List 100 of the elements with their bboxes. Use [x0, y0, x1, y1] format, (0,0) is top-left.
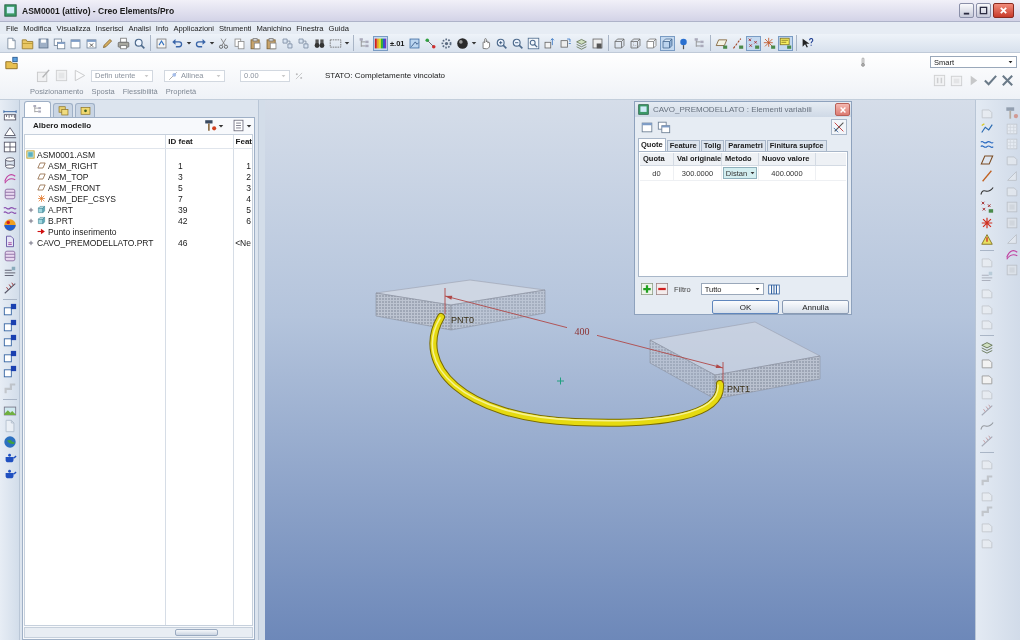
- close-icon: [838, 105, 847, 114]
- globe-icon[interactable]: [2, 434, 17, 449]
- stack-icon[interactable]: [2, 186, 17, 201]
- axes-icon[interactable]: [761, 35, 777, 51]
- box-view-icon[interactable]: [557, 35, 573, 51]
- tree-item[interactable]: ASM_RIGHT: [48, 160, 98, 171]
- layers-icon[interactable]: [980, 340, 994, 355]
- note-icon[interactable]: [777, 35, 793, 51]
- pen-cross-icon[interactable]: [831, 118, 847, 135]
- warning-icon[interactable]: [980, 231, 994, 246]
- feat-cell: 3: [246, 182, 251, 193]
- cube-outline-icon[interactable]: [643, 35, 659, 51]
- windows-icon[interactable]: [52, 35, 67, 51]
- expand-icon[interactable]: [28, 239, 34, 246]
- tree-item[interactable]: CAVO_PREMODELLATO.PRT: [37, 237, 154, 248]
- feat-cell: 2: [246, 171, 251, 182]
- column-header[interactable]: Feat: [230, 137, 252, 146]
- hammer-icon[interactable]: [204, 119, 217, 132]
- column-header[interactable]: ID feat: [163, 137, 231, 146]
- caret-icon[interactable]: [209, 41, 215, 45]
- box-arrow-icon[interactable]: [541, 35, 557, 51]
- lines-icon[interactable]: [2, 264, 17, 279]
- sketch-icon[interactable]: [980, 121, 994, 136]
- close-button[interactable]: [993, 3, 1014, 18]
- chevron-box-icon[interactable]: [154, 35, 169, 51]
- plane-icon[interactable]: [980, 153, 994, 168]
- cross-mark-icon: [556, 377, 565, 385]
- expand-icon[interactable]: [28, 206, 34, 213]
- scrollbar[interactable]: [24, 627, 253, 638]
- squares-icon[interactable]: [2, 318, 17, 333]
- hidden-line-cube-icon[interactable]: [627, 35, 643, 51]
- dimension-value[interactable]: 400: [574, 326, 590, 337]
- expand-icon[interactable]: [28, 217, 34, 224]
- spectrum-bars-icon[interactable]: [373, 35, 388, 51]
- wireframe-cube-icon[interactable]: [611, 35, 627, 51]
- ruler-icon[interactable]: [2, 109, 17, 123]
- panel-tab[interactable]: [24, 101, 51, 117]
- points-icon[interactable]: [745, 35, 761, 51]
- dialog-button[interactable]: OK: [712, 300, 779, 314]
- tent-icon[interactable]: [2, 124, 17, 139]
- windows-icon[interactable]: [657, 119, 671, 134]
- squares-icon[interactable]: [2, 334, 17, 349]
- app-icon: [4, 4, 17, 17]
- line-icon[interactable]: [980, 168, 994, 183]
- tree-item[interactable]: ASM0001.ASM: [37, 149, 96, 160]
- cross-icon[interactable]: [1000, 73, 1015, 88]
- status-text: STATO: Completamente vincolato: [325, 71, 446, 80]
- window-icon[interactable]: [640, 119, 654, 134]
- picture-icon[interactable]: [406, 35, 422, 51]
- check-icon[interactable]: [983, 73, 998, 88]
- squares-frame-icon[interactable]: [589, 35, 605, 51]
- tree-item[interactable]: ASM_DEF_CSYS: [48, 193, 117, 204]
- component-icon[interactable]: [4, 56, 19, 70]
- caret-icon: [279, 73, 286, 78]
- curves-icon[interactable]: [1005, 247, 1019, 262]
- cylinder-icon[interactable]: [2, 155, 17, 170]
- dialog-button[interactable]: Annulla: [782, 300, 849, 314]
- thermometer-icon[interactable]: [858, 55, 868, 69]
- caret-icon[interactable]: [246, 123, 252, 128]
- feather-icon[interactable]: [2, 280, 17, 295]
- asterisk-icon[interactable]: [980, 215, 994, 230]
- zoom-fit-icon[interactable]: [525, 35, 541, 51]
- sphere-icon[interactable]: [454, 35, 470, 51]
- panel-tab[interactable]: [53, 103, 73, 117]
- copy-icon[interactable]: [232, 35, 247, 51]
- landscape-icon[interactable]: [2, 403, 17, 418]
- curves-icon[interactable]: [2, 171, 17, 186]
- feat-cell: 4: [246, 193, 251, 204]
- close-button[interactable]: [835, 103, 850, 116]
- clipboard-icon[interactable]: [264, 35, 279, 51]
- caret-icon[interactable]: [470, 41, 477, 45]
- squares-icon[interactable]: [2, 349, 17, 364]
- id-cell: 42: [178, 215, 188, 226]
- ball-icon[interactable]: [2, 218, 17, 233]
- minus-icon[interactable]: [656, 283, 668, 295]
- squares-icon[interactable]: [2, 303, 17, 318]
- document-icon[interactable]: [4, 35, 19, 51]
- grid-icon[interactable]: [2, 140, 17, 155]
- tree-item[interactable]: A.PRT: [48, 204, 73, 215]
- columns-icon[interactable]: [766, 282, 781, 296]
- plus-icon[interactable]: [641, 283, 653, 295]
- clipboard-icon[interactable]: [248, 35, 263, 51]
- stack-icon[interactable]: [2, 249, 17, 264]
- caret-icon[interactable]: [344, 41, 350, 45]
- squares-icon[interactable]: [2, 365, 17, 380]
- tree-item[interactable]: B.PRT: [48, 215, 73, 226]
- maximize-button[interactable]: [976, 3, 991, 18]
- tree-item[interactable]: Punto inserimento: [48, 226, 117, 237]
- dialog-title: CAVO_PREMODELLATO : Elementi variabili: [653, 105, 812, 114]
- caret-icon[interactable]: [218, 123, 224, 128]
- printer-icon[interactable]: [116, 35, 131, 51]
- shaded-cube-icon[interactable]: [659, 35, 675, 51]
- tree-item[interactable]: ASM_FRONT: [48, 182, 101, 193]
- panel-tab[interactable]: [75, 103, 95, 117]
- scroll-thumb[interactable]: [175, 629, 218, 636]
- list-icon[interactable]: [232, 119, 245, 132]
- minimize-button[interactable]: [959, 3, 974, 18]
- caret-icon[interactable]: [186, 41, 192, 45]
- tree-item[interactable]: ASM_TOP: [48, 171, 89, 182]
- points-icon[interactable]: [980, 200, 994, 215]
